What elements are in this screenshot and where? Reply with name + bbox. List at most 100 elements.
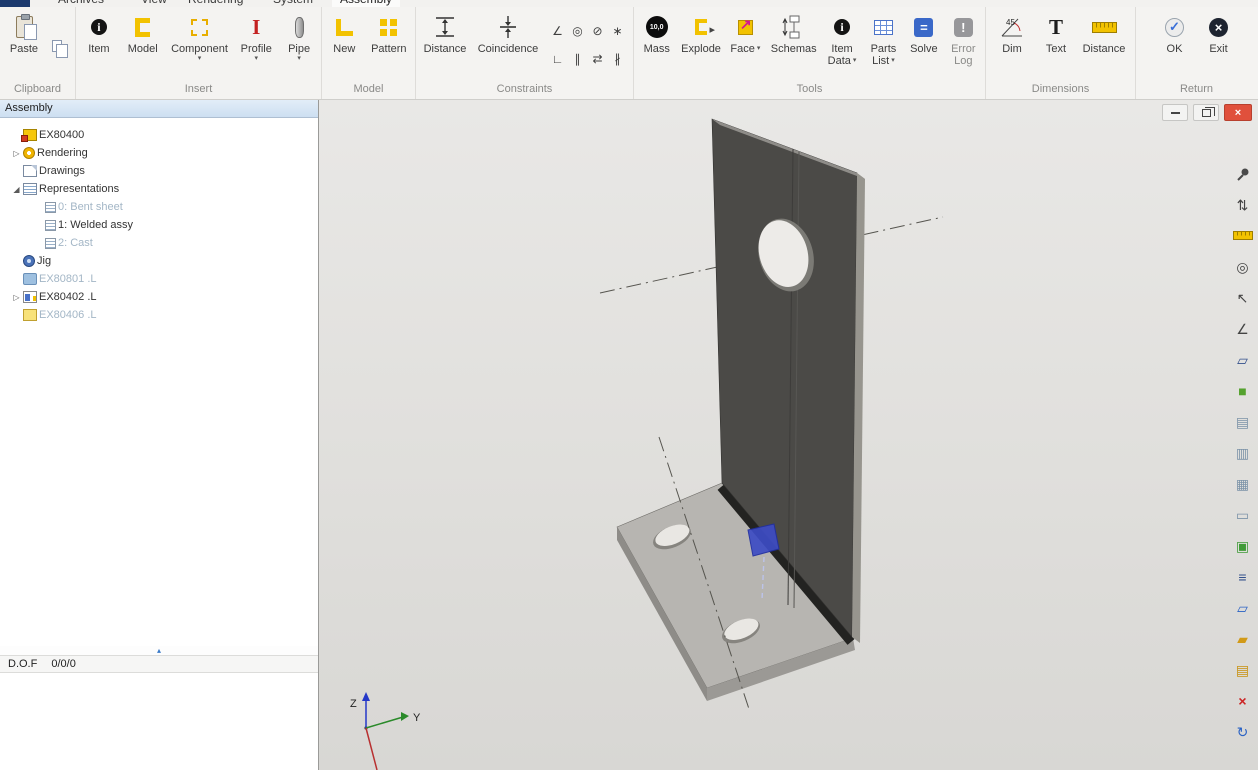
snap-point-button[interactable]: ↖ xyxy=(1229,282,1256,313)
exit-button[interactable]: Exit xyxy=(1197,9,1241,81)
window-controls: × xyxy=(1162,104,1252,121)
copy-icon xyxy=(52,40,62,52)
ribbon: Paste Clipboard Item Model Component ▾ P xyxy=(0,7,1258,100)
copy-sheet-button[interactable]: ▱ xyxy=(1229,592,1256,623)
solve-button[interactable]: Solve xyxy=(904,9,943,81)
explode-button[interactable]: Explode xyxy=(677,9,724,81)
tree-item-ex80400[interactable]: EX80400 xyxy=(0,126,318,144)
open-output-button[interactable]: ▰ xyxy=(1229,623,1256,654)
pipe-icon xyxy=(295,17,304,38)
symmetry-constraint-icon[interactable]: ∗ xyxy=(608,21,627,40)
snap-angle-button[interactable]: ∠ xyxy=(1229,313,1256,344)
expander-expanded-icon[interactable]: ◢ xyxy=(10,185,23,194)
close-button[interactable]: × xyxy=(1224,104,1252,121)
insert-component-button[interactable]: Component ▾ xyxy=(166,9,234,81)
schemas-button[interactable]: Schemas xyxy=(766,9,821,81)
pipe-label: Pipe xyxy=(288,43,310,55)
dim-text-button[interactable]: Text xyxy=(1036,9,1076,81)
cylinder-icon: ▭ xyxy=(1236,508,1249,522)
copy-view-button[interactable]: ▱ xyxy=(1229,344,1256,375)
dim-distance-button[interactable]: Distance xyxy=(1076,9,1132,81)
tree-item-ex80402[interactable]: ▷ EX80402 .L xyxy=(0,288,318,306)
update-blue-button[interactable]: ↻ xyxy=(1229,716,1256,747)
tab-view[interactable]: View xyxy=(133,0,175,7)
measure-ruler-button[interactable] xyxy=(1229,220,1256,251)
snap-circle-button[interactable]: ◎ xyxy=(1229,251,1256,282)
ok-button[interactable]: OK xyxy=(1153,9,1197,81)
tree-item-ex80801[interactable]: EX80801 .L xyxy=(0,270,318,288)
tree-item-ex80406[interactable]: EX80406 .L xyxy=(0,306,318,324)
profile-caret-icon: ▾ xyxy=(255,55,259,63)
insert-profile-button[interactable]: Profile ▾ xyxy=(233,9,279,81)
angle-constraint-icon[interactable]: ∠ xyxy=(548,21,567,40)
solid-shaded-button[interactable]: ▤ xyxy=(1229,406,1256,437)
view-orientation-button[interactable]: ⇅ xyxy=(1229,189,1256,220)
pin-button[interactable] xyxy=(1229,158,1256,189)
tab-system[interactable]: System xyxy=(265,0,321,7)
solid-mesh-button[interactable]: ▦ xyxy=(1229,468,1256,499)
insert-pipe-button[interactable]: Pipe ▾ xyxy=(279,9,319,81)
axis-triad: Z Y xyxy=(350,692,421,770)
dim-button[interactable]: 45 Dim xyxy=(988,9,1036,81)
equal-distance-constraint-icon[interactable]: ⇄ xyxy=(588,49,607,68)
expander-collapsed-icon[interactable]: ▷ xyxy=(10,149,23,158)
group-label-dimensions: Dimensions xyxy=(986,82,1135,99)
dof-value: 0/0/0 xyxy=(51,658,75,670)
tree-item-representations[interactable]: ◢ Representations xyxy=(0,180,318,198)
bom-list-icon: ≡ xyxy=(1238,570,1246,584)
restore-button[interactable] xyxy=(1193,104,1219,121)
tab-archives[interactable]: Archives xyxy=(50,0,112,7)
tab-assembly[interactable]: Assembly xyxy=(332,0,400,7)
dof-collapse-handle[interactable]: ▴ xyxy=(0,646,318,655)
solve-icon xyxy=(914,18,933,37)
constraint-distance-button[interactable]: Distance xyxy=(418,9,472,81)
distance-ruler-icon xyxy=(1092,22,1117,33)
concentric-constraint-icon[interactable]: ◎ xyxy=(568,21,587,40)
tree-item-rendering[interactable]: ▷ Rendering xyxy=(0,144,318,162)
parallel-constraint-icon[interactable]: ∥ xyxy=(568,49,587,68)
y-axis-arrow-icon xyxy=(401,712,409,721)
paste-button[interactable]: Paste xyxy=(2,9,46,81)
app-menu-button[interactable] xyxy=(0,0,30,7)
snap-angle-icon: ∠ xyxy=(1236,322,1249,336)
insert-item-button[interactable]: Item xyxy=(78,9,120,81)
parts-list-button[interactable]: Parts List▾ xyxy=(863,9,904,81)
insert-model-button[interactable]: Model xyxy=(120,9,166,81)
solid-green-button[interactable]: ■ xyxy=(1229,375,1256,406)
tree-item-rep-bent-sheet[interactable]: 0: Bent sheet xyxy=(0,198,318,216)
cylinder-button[interactable]: ▭ xyxy=(1229,499,1256,530)
item-data-button[interactable]: Item Data▾ xyxy=(821,9,862,81)
ribbon-group-insert: Item Model Component ▾ Profile ▾ Pipe ▾ xyxy=(76,7,322,99)
tree-item-jig[interactable]: Jig xyxy=(0,252,318,270)
ribbon-group-return: OK Exit Return xyxy=(1136,7,1257,99)
non-parallel-constraint-icon[interactable]: ∦ xyxy=(608,49,627,68)
minimize-button[interactable] xyxy=(1162,104,1188,121)
expander-collapsed-icon[interactable]: ▷ xyxy=(10,293,23,302)
export-solid-button[interactable]: ▣ xyxy=(1229,530,1256,561)
snap-point-icon: ↖ xyxy=(1237,291,1249,305)
solid-wire-button[interactable]: ▥ xyxy=(1229,437,1256,468)
ribbon-group-clipboard: Paste Clipboard xyxy=(0,7,76,99)
viewport-3d[interactable]: Z Y × ⇅ ◎ ↖ ∠ ▱ ■ ▤ ▥ ▦ ▭ ▣ ≡ ▱ ▰ ▤ × ↻ xyxy=(319,100,1258,770)
coincidence-constraint-label: Coincidence xyxy=(478,43,539,55)
mass-button[interactable]: 10,0 Mass xyxy=(636,9,677,81)
delete-red-button[interactable]: × xyxy=(1229,685,1256,716)
tab-rendering[interactable]: Rendering xyxy=(180,0,251,7)
tree-item-rep-welded-assy[interactable]: 1: Welded assy xyxy=(0,216,318,234)
tree-item-drawings[interactable]: Drawings xyxy=(0,162,318,180)
copy-button[interactable] xyxy=(46,35,68,57)
face-button[interactable]: Face▾ xyxy=(725,9,766,81)
constraint-coincidence-button[interactable]: Coincidence xyxy=(472,9,544,81)
perpendicular-constraint-icon[interactable]: ∟ xyxy=(548,49,567,68)
drawer-button[interactable]: ▤ xyxy=(1229,654,1256,685)
z-axis-arrow-icon xyxy=(362,692,370,701)
bom-list-button[interactable]: ≡ xyxy=(1229,561,1256,592)
tree-item-rep-cast[interactable]: 2: Cast xyxy=(0,234,318,252)
component-label: Component xyxy=(171,43,228,55)
model-3d-view[interactable]: Z Y xyxy=(319,100,1258,770)
error-log-button[interactable]: Error Log xyxy=(944,9,983,81)
model-label: Model xyxy=(128,43,158,55)
tangent-constraint-icon[interactable]: ⊘ xyxy=(588,21,607,40)
model-pattern-button[interactable]: Pattern xyxy=(365,9,413,81)
model-new-button[interactable]: New xyxy=(324,9,365,81)
